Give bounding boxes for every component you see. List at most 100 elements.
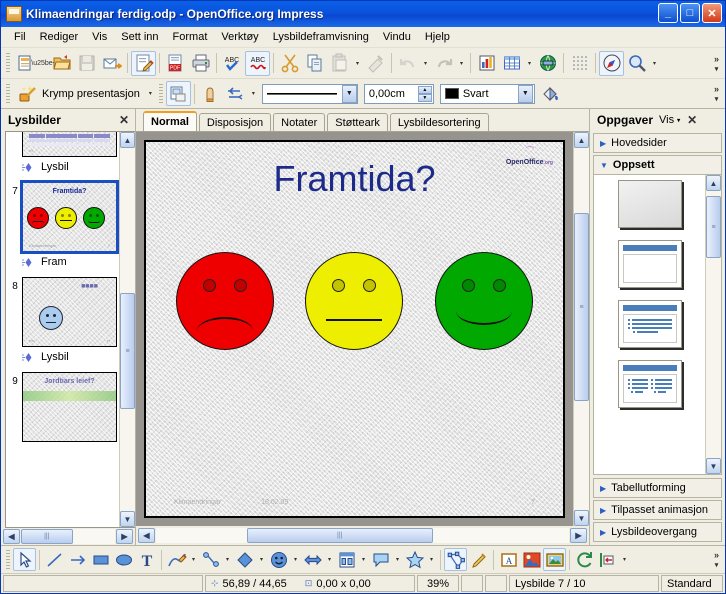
scrollbar-thumb[interactable]: ||| — [246, 528, 433, 543]
close-button[interactable]: ✕ — [702, 3, 722, 23]
curve-dropdown[interactable]: ▾ — [188, 548, 199, 571]
clone-formatting-button[interactable] — [363, 51, 388, 76]
zoom-level[interactable]: 39% — [417, 575, 459, 592]
flowchart-dropdown[interactable]: ▾ — [358, 548, 369, 571]
shrink-presentation-button[interactable]: Krymp presentasjon — [13, 82, 145, 106]
layout-title-bullets[interactable] — [617, 300, 682, 348]
close-icon[interactable]: ✕ — [117, 113, 131, 127]
standard-toolbar-overflow[interactable]: » ▾ — [710, 48, 723, 78]
stars-dropdown[interactable]: ▾ — [426, 548, 437, 571]
insert-table-dropdown[interactable]: ▾ — [524, 51, 535, 76]
callouts-dropdown[interactable]: ▾ — [392, 548, 403, 571]
slide-thumbnail[interactable]: Framtida? Klimaendringar 7 — [20, 180, 119, 254]
canvas-vertical-scrollbar[interactable]: ▲ ≡ ▼ — [573, 132, 589, 526]
slides-horizontal-scrollbar[interactable]: ◀ ||| ▶ — [1, 528, 135, 545]
scroll-up-button[interactable]: ▲ — [706, 175, 721, 191]
text-tool[interactable]: T — [135, 548, 158, 571]
toolbar-grip[interactable] — [6, 549, 10, 570]
ellipse-tool[interactable] — [112, 548, 135, 571]
slides-list[interactable]: ▪▪▪ Lysbil 7 Framtida? Klimaendringar 7 … — [5, 131, 135, 528]
list-item[interactable]: 8 ■■■■ ▪▪▪▪ ▪▪ — [6, 274, 119, 347]
chevron-down-icon[interactable]: ▾ — [677, 117, 680, 124]
red-sad-face[interactable] — [175, 252, 274, 350]
layouts-list[interactable]: ▲ ≡ ▼ — [593, 175, 722, 475]
task-section-tabellutforming[interactable]: ▶ Tabellutforming — [593, 478, 722, 498]
scrollbar-track[interactable]: ||| — [156, 528, 569, 543]
tab-lysbildesortering[interactable]: Lysbildesortering — [389, 113, 489, 131]
zoom-button[interactable] — [624, 51, 649, 76]
paste-button[interactable] — [327, 51, 352, 76]
scroll-right-button[interactable]: ▶ — [116, 529, 133, 544]
scrollbar-thumb[interactable]: ≡ — [120, 293, 135, 410]
stars-tool[interactable] — [403, 548, 426, 571]
symbol-shapes-tool[interactable] — [267, 548, 290, 571]
line-width-stepper[interactable]: ▲ ▼ — [417, 85, 432, 102]
list-item[interactable]: 7 Framtida? Klimaendringar 7 — [6, 179, 119, 254]
layout-title-content[interactable] — [617, 240, 682, 288]
curve-tool[interactable] — [165, 548, 188, 571]
points-tool[interactable] — [444, 548, 467, 571]
spelling-button[interactable]: ABC — [220, 51, 245, 76]
scrollbar-thumb[interactable]: ≡ — [574, 213, 589, 402]
task-section-hovedsider[interactable]: ▶ Hovedsider — [593, 133, 722, 153]
drawing-toolbar-overflow[interactable]: » ▾ — [710, 546, 723, 573]
scrollbar-track[interactable]: ≡ — [574, 148, 589, 510]
insert-table-button[interactable] — [499, 51, 524, 76]
navigator-button[interactable] — [599, 50, 624, 76]
slides-vertical-scrollbar[interactable]: ▲ ≡ ▼ — [119, 132, 135, 527]
paste-dropdown[interactable]: ▾ — [352, 51, 363, 76]
connector-dropdown[interactable]: ▾ — [222, 548, 233, 571]
line-style-select[interactable]: ▼ — [261, 83, 358, 104]
scroll-down-button[interactable]: ▼ — [574, 510, 589, 526]
current-slide[interactable]: ⌒ OpenOffice.org Framtida? Klimaendringa… — [144, 140, 565, 518]
insert-chart-button[interactable] — [474, 51, 499, 76]
task-section-lysbildeovergang[interactable]: ▶ Lysbildeovergang — [593, 522, 722, 542]
zoom-dropdown[interactable]: ▾ — [649, 51, 660, 76]
display-grid-button[interactable] — [567, 51, 592, 76]
scrollbar-thumb[interactable]: ≡ — [706, 196, 721, 258]
list-item[interactable]: 9 Jordtiars leief? — [6, 369, 119, 442]
undo-dropdown[interactable]: ▾ — [420, 51, 431, 76]
slide-title[interactable]: Framtida? — [146, 158, 563, 200]
rectangle-tool[interactable] — [89, 548, 112, 571]
new-document-dropdown[interactable]: \u25be▾ — [31, 51, 55, 76]
maximize-button[interactable]: □ — [680, 3, 700, 23]
line-color-select[interactable]: Svart ▼ — [439, 83, 535, 104]
alignment-tool[interactable] — [596, 548, 619, 571]
from-file-tool[interactable] — [520, 548, 543, 571]
hyperlink-button[interactable] — [535, 51, 560, 76]
minimize-button[interactable]: _ — [658, 3, 678, 23]
gallery-tool[interactable] — [543, 548, 566, 571]
block-arrows-dropdown[interactable]: ▾ — [324, 548, 335, 571]
tab-notater[interactable]: Notater — [273, 113, 326, 131]
save-button[interactable] — [74, 51, 99, 76]
scrollbar-track[interactable]: ≡ — [706, 191, 721, 458]
symbol-shapes-dropdown[interactable]: ▾ — [290, 548, 301, 571]
layout-blank[interactable] — [617, 180, 682, 228]
basic-shapes-dropdown[interactable]: ▾ — [256, 548, 267, 571]
open-button[interactable] — [49, 51, 74, 76]
tab-normal[interactable]: Normal — [143, 111, 197, 131]
copy-button[interactable] — [302, 51, 327, 76]
glue-points-tool[interactable] — [467, 548, 490, 571]
tab-disposisjon[interactable]: Disposisjon — [198, 113, 272, 131]
canvas-horizontal-scrollbar[interactable]: ◀ ||| ▶ — [136, 526, 589, 545]
task-section-tilpasset-animasjon[interactable]: ▶ Tilpasset animasjon — [593, 500, 722, 520]
alignment-dropdown[interactable]: ▾ — [619, 548, 630, 571]
line-toolbar-overflow[interactable]: » ▾ — [710, 79, 723, 108]
menu-item-sett-inn[interactable]: Sett inn — [114, 29, 165, 45]
connector-button[interactable] — [223, 81, 248, 106]
scrollbar-thumb[interactable]: ||| — [21, 529, 73, 544]
scroll-down-button[interactable]: ▼ — [120, 511, 135, 527]
slide-properties-button[interactable] — [165, 81, 191, 106]
menu-item-fil[interactable]: Fil — [7, 29, 33, 45]
line-tool[interactable] — [43, 548, 66, 571]
toolbar-grip[interactable] — [6, 53, 10, 73]
slide-canvas[interactable]: ⌒ OpenOffice.org Framtida? Klimaendringa… — [136, 132, 573, 526]
scrollbar-track[interactable]: ||| — [21, 529, 115, 544]
menu-item-format[interactable]: Format — [166, 29, 215, 45]
print-button[interactable] — [188, 51, 213, 76]
scroll-down-button[interactable]: ▼ — [706, 458, 721, 474]
fontwork-tool[interactable]: A — [497, 548, 520, 571]
close-icon[interactable]: ✕ — [685, 113, 699, 127]
